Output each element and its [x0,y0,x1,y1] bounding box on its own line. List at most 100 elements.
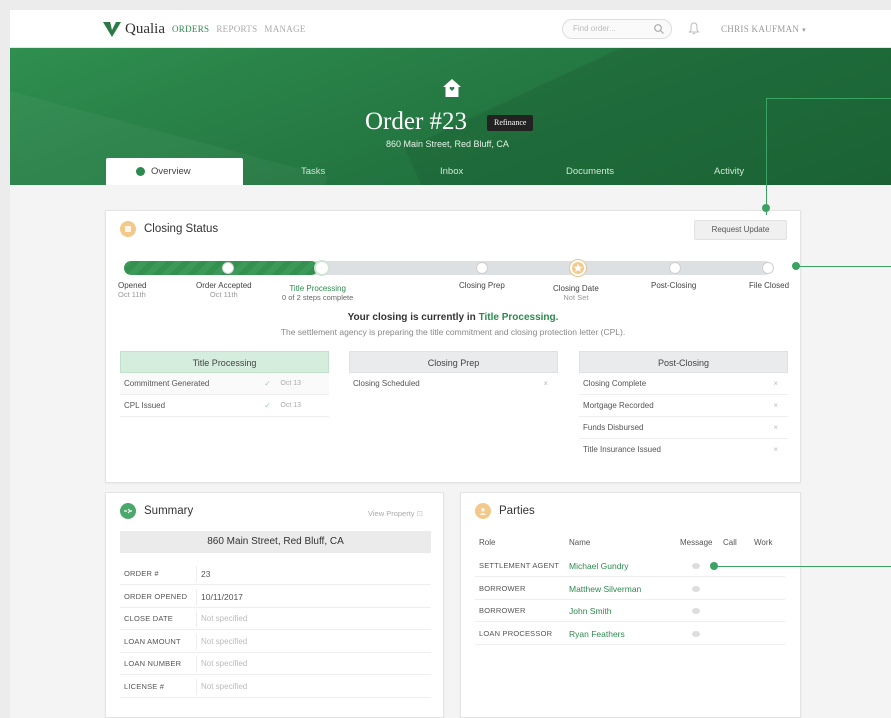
nav-orders[interactable]: ORDERS [172,24,209,34]
qualia-logo-icon [103,22,121,37]
close-icon: × [543,379,548,388]
summary-row-value: 23 [201,569,211,579]
summary-row-key: LOAN AMOUNT [124,636,181,646]
party-row[interactable]: BORROWER John Smith [475,600,785,622]
task-row[interactable]: Closing Scheduled × [349,373,558,395]
summary-address: 860 Main Street, Red Bluff, CA [120,531,431,553]
closing-status-description: The settlement agency is preparing the t… [280,327,626,337]
closing-status-message: Your closing is currently in Title Proce… [347,312,559,323]
search-placeholder: Find order... [573,24,616,33]
stage-order-accepted: Order Accepted Oct 11th [196,281,252,299]
close-icon: × [773,423,778,432]
col-header-message: Message [680,538,713,547]
message-bubble-icon[interactable] [692,608,700,614]
summary-row-key: LICENSE # [124,681,165,691]
tab-overview[interactable]: Overview [106,158,243,185]
summary-row-value: 10/11/2017 [201,591,243,602]
summary-row: LICENSE # Not specified [120,676,431,698]
stage-node-title-processing [314,260,330,276]
task-row[interactable]: Title Insurance Issued × [579,439,788,461]
order-type-badge: Refinance [487,115,534,131]
message-bubble-icon[interactable] [692,563,700,569]
callout-line [796,266,891,267]
notifications-bell-icon[interactable] [688,22,700,35]
summary-card: Summary View Property ⊡ 860 Main Street,… [105,492,444,718]
party-name-link[interactable]: Michael Gundry [569,555,629,577]
parties-icon [475,503,491,519]
tab-activity[interactable]: Activity [714,158,744,185]
party-row[interactable]: LOAN PROCESSOR Ryan Feathers [475,623,785,645]
summary-row-key: ORDER OPENED [124,591,188,601]
callout-dot [792,262,800,270]
col-header-role: Role [479,538,496,547]
summary-title: Summary [144,505,194,517]
brand-name: Qualia [125,20,165,37]
parties-card: Parties Role Name Message Call Work SETT… [460,492,801,718]
nav-manage[interactable]: MANAGE [264,24,305,34]
tab-inbox[interactable]: Inbox [440,158,463,185]
col-header-call: Call [723,538,737,547]
task-row[interactable]: CPL Issued ✓ Oct 13 [120,395,329,417]
tab-documents[interactable]: Documents [566,158,614,185]
summary-row: LOAN AMOUNT Not specified [120,631,431,653]
user-menu[interactable]: CHRIS KAUFMAN ▾ [721,24,806,34]
closing-status-card: Closing Status Request Update Opened Oct … [105,210,801,483]
callout-line [714,566,891,567]
external-link-icon: ⊡ [416,509,423,518]
check-icon: ✓ [264,379,271,388]
stage-node-closing-prep [476,262,488,274]
party-name-link[interactable]: Matthew Silverman [569,578,641,600]
col-header-work: Work [754,538,773,547]
callout-line [766,98,767,215]
order-title: Order #23 [365,108,468,135]
search-icon[interactable] [653,23,665,35]
app-frame: Qualia ORDERS REPORTS MANAGE Find order.… [10,10,891,718]
party-role: BORROWER [479,583,526,593]
party-role: SETTLEMENT AGENT [479,561,560,570]
closing-date-star-icon [570,260,586,276]
closing-status-title: Closing Status [144,223,219,235]
phase-closing-prep: Closing Prep Closing Scheduled × [349,351,558,395]
summary-row-key: ORDER # [124,569,159,578]
nav-reports[interactable]: REPORTS [216,24,257,34]
task-row[interactable]: Closing Complete × [579,373,788,395]
task-row[interactable]: Funds Disbursed × [579,417,788,439]
message-bubble-icon[interactable] [692,585,700,592]
check-icon: ✓ [264,401,271,410]
order-search-input[interactable]: Find order... [562,19,672,39]
request-update-button[interactable]: Request Update [694,220,787,240]
phase-title-processing: Title Processing Commitment Generated ✓ … [120,351,329,417]
order-tabs: Overview Tasks Inbox Documents Activity [106,158,891,185]
stage-title-processing: Title Processing 0 of 2 steps complete [282,284,354,302]
callout-dot [762,204,770,212]
party-name-link[interactable]: Ryan Feathers [569,623,625,645]
home-icon [443,79,461,97]
stage-node-post-closing [669,262,681,274]
summary-row-value: Not specified [201,659,248,668]
brand-logo[interactable]: Qualia [102,20,165,38]
party-role: LOAN PROCESSOR [479,628,553,638]
view-property-link[interactable]: View Property ⊡ [368,509,423,518]
task-row[interactable]: Commitment Generated ✓ Oct 13 [120,373,329,395]
summary-row: LOAN NUMBER Not specified [120,653,431,675]
stage-closing-date: Closing Date Not Set [553,284,599,302]
task-row[interactable]: Mortgage Recorded × [579,395,788,417]
chevron-down-icon: ▾ [802,26,806,34]
party-name-link[interactable]: John Smith [569,600,612,622]
tab-tasks[interactable]: Tasks [301,158,325,185]
summary-row-key: LOAN NUMBER [124,659,182,668]
stage-closing-prep: Closing Prep [459,281,505,290]
col-header-name: Name [569,538,591,547]
summary-row: ORDER # 23 [120,563,431,585]
message-bubble-icon[interactable] [692,630,700,637]
parties-title: Parties [499,505,535,517]
stage-node-file-closed [762,262,774,274]
summary-row: ORDER OPENED 10/11/2017 [120,586,431,608]
closing-status-icon [120,221,136,237]
summary-row-value: Not specified [201,681,248,691]
party-role: BORROWER [479,606,526,615]
stage-node-order-accepted [222,262,234,274]
summary-row-key: CLOSE DATE [124,614,173,623]
order-address: 860 Main Street, Red Bluff, CA [386,139,509,149]
party-row[interactable]: BORROWER Matthew Silverman [475,578,785,600]
